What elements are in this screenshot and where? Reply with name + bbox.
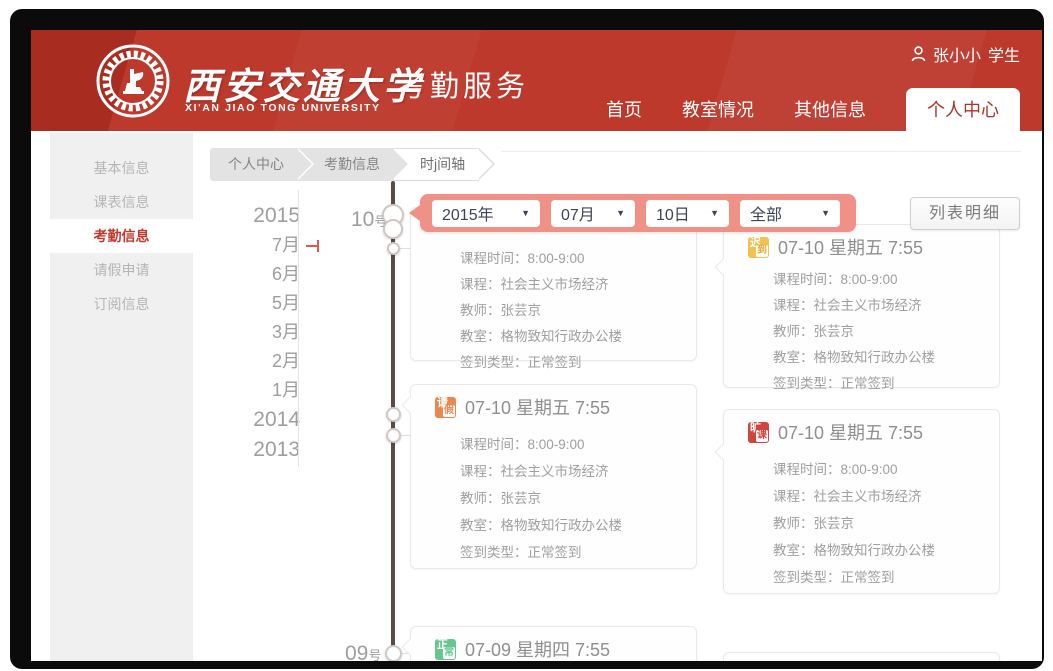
dropdown-caret-icon: ▼ [616,208,625,218]
user-icon [911,46,926,62]
card-row-checkin-type: 签到类型：正常签到 [773,564,985,591]
attendance-card-partial [723,652,1000,661]
year-nav-2015[interactable]: 2015 [220,201,300,231]
nav-home[interactable]: 首页 [604,96,644,131]
card-row-checkin-type: 签到类型：正常签到 [460,539,682,566]
card-row-course: 课程：社会主义市场经济 [460,458,682,485]
card-row-course-time: 课程时间：8:00-9:00 [773,267,985,293]
nav-classrooms[interactable]: 教室情况 [680,96,756,131]
card-row-course-time: 课程时间：8:00-9:00 [460,246,682,272]
filter-bar: 2015年▼ 07月▼ 10日▼ 全部▼ [420,194,856,232]
nav-personal-center[interactable]: 个人中心 [906,88,1020,131]
card-row-teacher: 教师：张芸京 [773,510,985,537]
day-marker-09[interactable]: 09号 [345,642,381,661]
app-title: 考勤服务 [397,63,529,105]
attendance-card: 请假 07-10 星期五 7:55 课程时间：8:00-9:00 课程：社会主义… [410,384,697,569]
card-tail [715,259,732,276]
card-title: 07-10 星期五 7:55 [778,234,923,260]
card-row-classroom: 教室：格物致知行政办公楼 [773,537,985,564]
card-row-course: 课程：社会主义市场经济 [773,293,985,319]
card-row-classroom: 教室：格物致知行政办公楼 [460,324,682,350]
card-row-classroom: 教室：格物致知行政办公楼 [773,345,985,371]
year-nav-march[interactable]: 3月 [220,318,300,347]
timeline-node [383,219,403,239]
year-select[interactable]: 2015年▼ [432,200,540,227]
sidebar-item-basic-info[interactable]: 基本信息 [50,151,193,185]
sidebar: 基本信息 课表信息 考勤信息 请假申请 订阅信息 [50,133,193,661]
dropdown-caret-icon: ▼ [521,208,530,218]
divider [501,151,1021,152]
timeline-node [385,645,402,661]
university-name-en: XI'AN JIAO TONG UNIVERSITY [185,102,381,114]
card-row-teacher: 教师：张芸京 [773,319,985,345]
user-name: 张小小 [933,42,981,66]
sidebar-item-attendance[interactable]: 考勤信息 [50,219,193,253]
user-role: 学生 [988,42,1020,66]
year-nav-june[interactable]: 6月 [220,260,300,289]
card-row-teacher: 教师：张芸京 [460,298,682,324]
sidebar-item-leave-request[interactable]: 请假申请 [50,253,193,287]
main-nav: 首页 教室情况 其他信息 个人中心 [604,88,1020,131]
card-title: 07-09 星期四 7:55 [465,636,610,661]
user-info[interactable]: 张小小 学生 [911,42,1020,66]
card-row-course: 课程：社会主义市场经济 [460,272,682,298]
timeline-year-nav: 2015 7月 6月 5月 3月 2月 1月 2014 2013 [220,201,300,465]
attendance-card: 正常 07-09 星期四 7:55 [410,626,697,661]
attendance-card: 旷课 07-10 星期五 7:55 课程时间：8:00-9:00 课程：社会主义… [723,409,1000,594]
badge-leave-icon: 请假 [435,397,456,418]
card-row-checkin-type: 签到类型：正常签到 [460,350,682,376]
year-nav-january[interactable]: 1月 [220,376,300,405]
card-row-course: 课程：社会主义市场经济 [773,483,985,510]
card-tail [715,444,732,461]
badge-normal-icon: 正常 [435,639,456,660]
year-nav-july[interactable]: 7月 [220,231,300,260]
breadcrumb-personal-center[interactable]: 个人中心 [210,148,298,181]
card-title: 07-10 星期五 7:55 [778,419,923,445]
year-nav-divider [298,190,299,467]
year-nav-may[interactable]: 5月 [220,289,300,318]
badge-absent-icon: 旷课 [748,422,769,443]
card-title: 07-10 星期五 7:55 [465,394,610,420]
dropdown-caret-icon: ▼ [710,208,719,218]
card-row-classroom: 教室：格物致知行政办公楼 [460,512,682,539]
card-row-teacher: 教师：张芸京 [460,485,682,512]
breadcrumb: 个人中心 考勤信息 时j间轴 [210,148,479,181]
card-tail [402,397,419,414]
card-row-checkin-type: 签到类型：正常签到 [773,371,985,397]
badge-late-icon: 迟到 [748,237,769,258]
current-month-tick-icon [306,245,319,247]
card-row-course-time: 课程时间：8:00-9:00 [773,456,985,483]
year-nav-february[interactable]: 2月 [220,347,300,376]
nav-other-info[interactable]: 其他信息 [792,96,868,131]
list-detail-button[interactable]: 列表明细 [910,197,1020,230]
card-row-course-time: 课程时间：8:00-9:00 [460,431,682,458]
timeline-node [386,407,401,422]
dropdown-caret-icon: ▼ [821,208,830,218]
day-select[interactable]: 10日▼ [646,200,729,227]
attendance-card: 迟到 07-10 星期五 7:55 课程时间：8:00-9:00 课程：社会主义… [723,224,1000,388]
year-nav-2013[interactable]: 2013 [220,435,300,465]
type-select[interactable]: 全部▼ [740,200,840,227]
sidebar-item-subscription[interactable]: 订阅信息 [50,287,193,321]
header: 西安交通大学 XI'AN JIAO TONG UNIVERSITY 考勤服务 张… [31,30,1042,131]
app-window: 西安交通大学 XI'AN JIAO TONG UNIVERSITY 考勤服务 张… [31,30,1042,661]
timeline-node [386,428,401,443]
screenshot-frame: 西安交通大学 XI'AN JIAO TONG UNIVERSITY 考勤服务 张… [10,9,1044,669]
month-select[interactable]: 07月▼ [551,200,635,227]
year-nav-2014[interactable]: 2014 [220,405,300,435]
timeline-node [387,242,400,255]
university-logo-icon [95,43,171,119]
sidebar-item-schedule[interactable]: 课表信息 [50,185,193,219]
